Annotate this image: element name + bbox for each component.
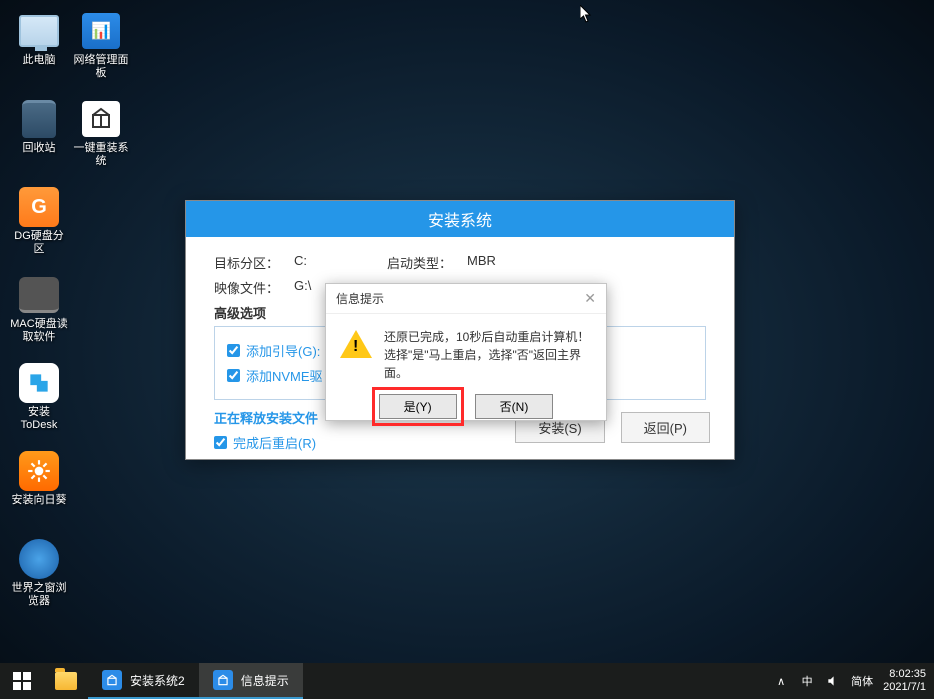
checkbox-add-nvme[interactable] [227,369,240,382]
icon-label: 回收站 [23,142,56,155]
desktop-icon-mac-disk[interactable]: MAC硬盘读取软件 [8,272,70,356]
folder-icon [55,672,77,690]
back-button[interactable]: 返回(P) [621,412,710,443]
image-file-value: G:\ [294,278,311,297]
recycle-bin-icon [22,100,56,138]
installer-title[interactable]: 安装系统 [186,201,734,237]
icon-label: MAC硬盘读取软件 [10,318,68,344]
taskbar-date: 2021/7/1 [883,681,926,694]
dialog-title: 信息提示 [336,290,384,307]
target-partition-label: 目标分区： [214,253,294,272]
desktop-icon-net-panel[interactable]: 📊 网络管理面板 [70,8,132,92]
disk-icon [19,277,59,313]
dialog-message-line1: 还原已完成，10秒后自动重启计算机！ [384,328,592,346]
no-button[interactable]: 否(N) [475,394,554,419]
dialog-message: 还原已完成，10秒后自动重启计算机！ 选择"是"马上重启，选择"否"返回主界面。 [384,328,592,382]
desktop-icon-recycle-bin[interactable]: 回收站 [8,96,70,180]
option-add-boot-label: 添加引导(G): [246,341,320,360]
monitor-icon [19,15,59,47]
dg-icon: G [19,187,59,227]
boot-type-label: 启动类型： [387,253,467,272]
option-restart-label: 完成后重启(R) [233,433,316,452]
icon-label: 世界之窗浏览器 [10,582,68,608]
volume-icon[interactable] [825,673,841,689]
dialog-message-line2: 选择"是"马上重启，选择"否"返回主界面。 [384,346,592,382]
tray-overflow-icon[interactable]: ∧ [773,673,789,689]
windows-logo-icon [13,672,31,690]
taskbar-clock[interactable]: 8:02:35 2021/7/1 [883,668,926,694]
todesk-icon [19,363,59,403]
close-icon[interactable]: ✕ [584,290,596,307]
start-button[interactable] [0,663,44,699]
desktop-icon-browser[interactable]: 世界之窗浏览器 [8,536,70,620]
desktop-icon-todesk[interactable]: 安装ToDesk [8,360,70,444]
icon-label: 此电脑 [23,54,56,67]
globe-icon [19,539,59,579]
icon-label: 一键重装系统 [72,142,130,168]
taskbar-app-dialog[interactable]: 信息提示 [199,663,303,699]
yes-button[interactable]: 是(Y) [379,394,457,419]
system-tray: ∧ 中 简体 8:02:35 2021/7/1 [773,668,934,694]
mouse-cursor-icon [580,5,592,23]
checkbox-restart-after[interactable] [214,436,227,449]
boot-type-value: MBR [467,253,496,272]
desktop-icon-dg-partition[interactable]: G DG硬盘分区 [8,184,70,268]
desktop-icon-this-pc[interactable]: 此电脑 [8,8,70,92]
taskbar: 安装系统2 信息提示 ∧ 中 简体 8:02:35 2021/7/1 [0,663,934,699]
icon-label: 网络管理面板 [72,54,130,80]
package-icon [102,670,122,690]
checkbox-add-boot[interactable] [227,344,240,357]
taskbar-app-label: 信息提示 [241,672,289,689]
desktop-icon-grid: 此电脑 📊 网络管理面板 回收站 一键重装系统 G DG硬盘分区 MAC硬盘读取… [8,8,132,620]
target-partition-value: C: [294,253,307,272]
option-add-nvme-label: 添加NVME驱 [246,366,323,385]
net-panel-icon: 📊 [82,13,120,49]
icon-label: 安装向日葵 [12,494,67,507]
warning-icon [340,328,372,360]
image-file-label: 映像文件： [214,278,294,297]
file-explorer-button[interactable] [44,663,88,699]
package-icon [82,101,120,137]
taskbar-time: 8:02:35 [883,668,926,681]
taskbar-app-installer[interactable]: 安装系统2 [88,663,199,699]
package-icon [213,670,233,690]
desktop-icon-sunflower[interactable]: 安装向日葵 [8,448,70,532]
dialog-titlebar[interactable]: 信息提示 ✕ [326,284,606,314]
desktop-icon-reinstall[interactable]: 一键重装系统 [70,96,132,180]
ime-label[interactable]: 简体 [851,673,873,689]
info-dialog: 信息提示 ✕ 还原已完成，10秒后自动重启计算机！ 选择"是"马上重启，选择"否… [325,283,607,421]
sunflower-icon [19,451,59,491]
taskbar-app-label: 安装系统2 [130,672,185,689]
icon-label: 安装ToDesk [10,406,68,432]
icon-label: DG硬盘分区 [10,230,68,256]
ime-indicator[interactable]: 中 [799,673,815,689]
